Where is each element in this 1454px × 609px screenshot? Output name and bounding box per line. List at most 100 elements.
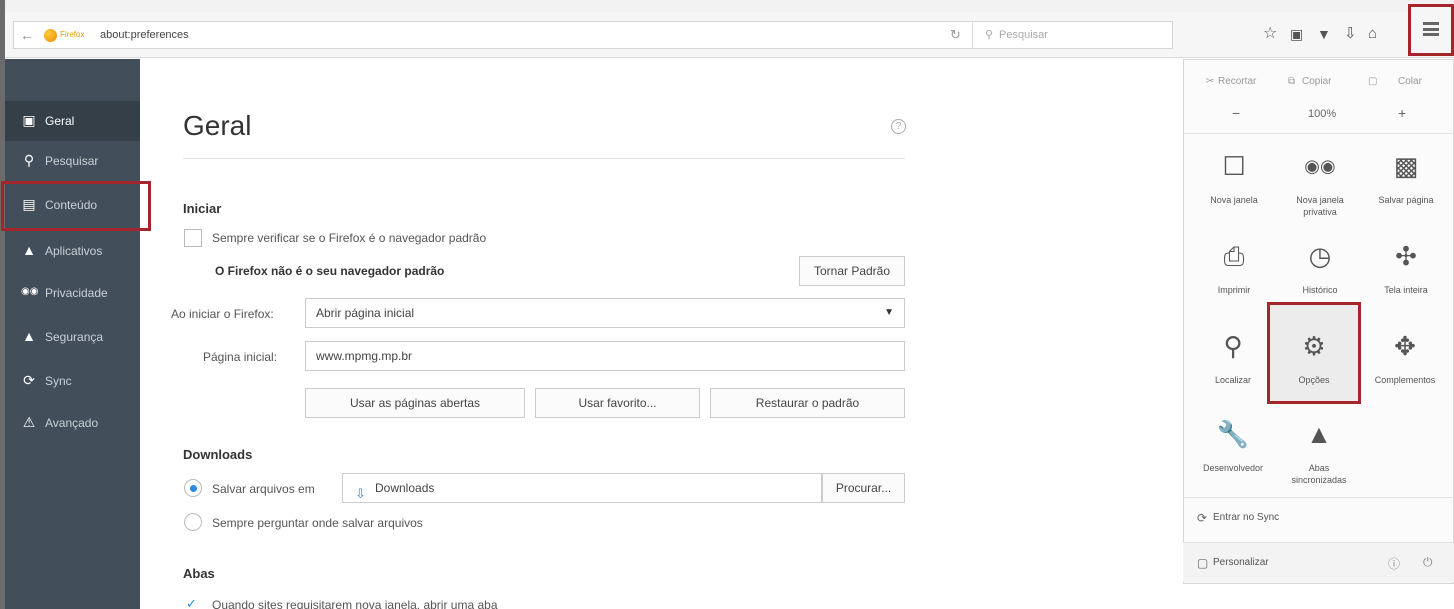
save-to-radio[interactable] — [184, 479, 202, 497]
sync-icon: ⟳ — [23, 372, 35, 388]
homepage-label: Página inicial: — [203, 350, 278, 364]
sidebar-item-geral[interactable]: ▣ Geral — [5, 101, 140, 141]
sidebar-item-aplicativos[interactable]: ▲ Aplicativos — [5, 231, 140, 271]
customize-icon: ▢ — [1197, 556, 1209, 570]
sidebar-item-pesquisar[interactable]: ⚲ Pesquisar — [5, 141, 140, 181]
back-arrow-icon[interactable]: ← — [20, 27, 34, 43]
zoom-reset-button[interactable]: 100% — [1308, 108, 1336, 120]
startup-heading: Iniciar — [183, 201, 222, 216]
help-icon[interactable]: ? — [891, 119, 906, 134]
open-menu-button[interactable] — [1408, 4, 1454, 56]
general-icon: ▣ — [22, 112, 36, 128]
menu-item-label: Opções — [1298, 375, 1330, 385]
sidebar-item-privacidade[interactable]: ◉◉ Privacidade — [5, 273, 140, 313]
startup-select[interactable]: Abrir página inicial ▼ — [305, 298, 905, 328]
firefox-logo-icon — [44, 29, 57, 42]
not-default-text: O Firefox não é o seu navegador padrão — [215, 264, 445, 278]
print-button[interactable]: ⎙ Imprimir — [1191, 230, 1277, 322]
sidebar-item-avancado[interactable]: ⚠ Avançado — [5, 403, 140, 443]
preferences-sidebar: ▣ Geral ⚲ Pesquisar ▤ Conteúdo ▲ Aplicat… — [5, 59, 140, 609]
sidebar-item-sync[interactable]: ⟳ Sync — [5, 361, 140, 401]
use-bookmark-button[interactable]: Usar favorito... — [535, 388, 700, 418]
warning-icon: ⚠ — [22, 414, 36, 430]
cut-button[interactable]: Recortar — [1218, 76, 1256, 87]
download-icon[interactable]: ⇩ — [1344, 24, 1357, 44]
search-placeholder: Pesquisar — [999, 29, 1048, 41]
developer-button[interactable]: 🔧 Desenvolvedor — [1190, 408, 1276, 500]
new-window-button[interactable]: ☐ Nova janela — [1191, 140, 1277, 232]
bookmark-star-icon[interactable]: ☆ — [1263, 24, 1277, 44]
paste-button[interactable]: Colar — [1398, 76, 1422, 87]
reading-list-icon[interactable]: ▣ — [1290, 24, 1303, 44]
addons-button[interactable]: ✥ Complementos — [1362, 320, 1448, 412]
pocket-icon[interactable]: ▼ — [1317, 24, 1331, 44]
zoom-out-button[interactable]: − — [1232, 105, 1240, 121]
options-button[interactable]: ⚙ Opções — [1271, 320, 1357, 412]
gear-icon: ⚙ — [1302, 331, 1326, 361]
power-icon[interactable]: ⏻ — [1423, 555, 1433, 570]
search-icon: ⚲ — [23, 152, 35, 168]
home-icon[interactable]: ⌂ — [1368, 24, 1377, 44]
page-title: Geral — [183, 110, 252, 141]
browser-toolbar: ← Firefox about:preferences ↻ ⚲ Pesquisa… — [5, 4, 1454, 58]
url-bar[interactable]: ← Firefox about:preferences ↻ ⚲ Pesquisa… — [13, 21, 1173, 49]
divider — [183, 158, 905, 159]
sidebar-item-label: Pesquisar — [45, 154, 99, 168]
sidebar-item-label: Aplicativos — [45, 244, 103, 258]
new-private-window-button[interactable]: ◉◉ Nova janela privativa — [1277, 140, 1363, 232]
menu-item-label: Salvar página — [1378, 195, 1434, 205]
edit-controls: ✂ Recortar ⧉ Copiar ▢ Colar — [1184, 66, 1454, 96]
dropdown-arrow-icon: ▼ — [884, 307, 894, 318]
tabs-heading: Abas — [183, 566, 215, 581]
homepage-input[interactable]: www.mpmg.mp.br — [305, 341, 905, 371]
identity-label: Firefox — [60, 30, 85, 39]
save-page-button[interactable]: ▩ Salvar página — [1363, 140, 1449, 232]
lock-icon: ▲ — [22, 328, 36, 344]
download-folder-field[interactable]: ⇩ Downloads — [342, 473, 822, 503]
wrench-icon: 🔧 — [1216, 419, 1250, 449]
url-text[interactable]: about:preferences — [100, 29, 189, 41]
sidebar-item-seguranca[interactable]: ▲ Segurança — [5, 317, 140, 357]
default-browser-check-label: Sempre verificar se o Firefox é o navega… — [212, 231, 487, 245]
copy-button[interactable]: Copiar — [1302, 76, 1331, 87]
startup-select-value: Abrir página inicial — [316, 306, 415, 320]
menu-item-label: Histórico — [1302, 285, 1338, 295]
make-default-button[interactable]: Tornar Padrão — [799, 256, 905, 286]
mask-icon: ◉◉ — [21, 286, 39, 297]
restore-default-button[interactable]: Restaurar o padrão — [710, 388, 905, 418]
open-new-windows-label: Quando sites requisitarem nova janela, a… — [212, 598, 498, 609]
menu-item-label: Imprimir — [1217, 285, 1251, 295]
zoom-controls: − 100% + — [1184, 98, 1454, 134]
fullscreen-button[interactable]: ✣ Tela inteira — [1363, 230, 1449, 322]
menu-item-label: Desenvolvedor — [1202, 463, 1264, 473]
default-browser-checkbox[interactable] — [184, 229, 202, 247]
sidebar-item-label: Segurança — [45, 330, 104, 344]
menu-item-label: Nova janela — [1210, 195, 1258, 205]
sync-signin-button[interactable]: ⟳ Entrar no Sync — [1183, 497, 1454, 537]
find-button[interactable]: ⚲ Localizar — [1190, 320, 1276, 412]
always-ask-label: Sempre perguntar onde salvar arquivos — [212, 516, 423, 530]
search-input[interactable]: ⚲ Pesquisar — [972, 22, 1172, 48]
synced-tabs-button[interactable]: ▲ Abas sincronizadas — [1276, 408, 1362, 500]
reload-icon[interactable]: ↻ — [950, 27, 961, 43]
sync-label: Entrar no Sync — [1213, 512, 1280, 523]
menu-item-label: Nova janela privativa — [1296, 195, 1344, 217]
browse-button[interactable]: Procurar... — [822, 473, 905, 503]
sidebar-item-label: Privacidade — [45, 286, 108, 300]
title-strip — [0, 0, 1454, 12]
page-icon: ▩ — [1393, 151, 1419, 181]
help-icon[interactable]: ⓘ — [1388, 555, 1400, 572]
zoom-in-button[interactable]: + — [1398, 105, 1406, 121]
rocket-icon: ▲ — [22, 242, 36, 258]
customize-button[interactable]: Personalizar — [1213, 557, 1269, 568]
menu-item-label: Localizar — [1214, 375, 1252, 385]
cut-icon: ✂ — [1206, 76, 1215, 87]
sidebar-item-label: Sync — [45, 374, 72, 388]
sidebar-item-label: Geral — [45, 114, 75, 128]
when-starts-label: Ao iniciar o Firefox: — [171, 307, 274, 321]
always-ask-radio[interactable] — [184, 513, 202, 531]
download-folder-icon: ⇩ — [355, 486, 366, 501]
window-icon: ☐ — [1222, 151, 1246, 181]
use-current-pages-button[interactable]: Usar as páginas abertas — [305, 388, 525, 418]
checkmark-icon[interactable]: ✓ — [186, 596, 197, 609]
